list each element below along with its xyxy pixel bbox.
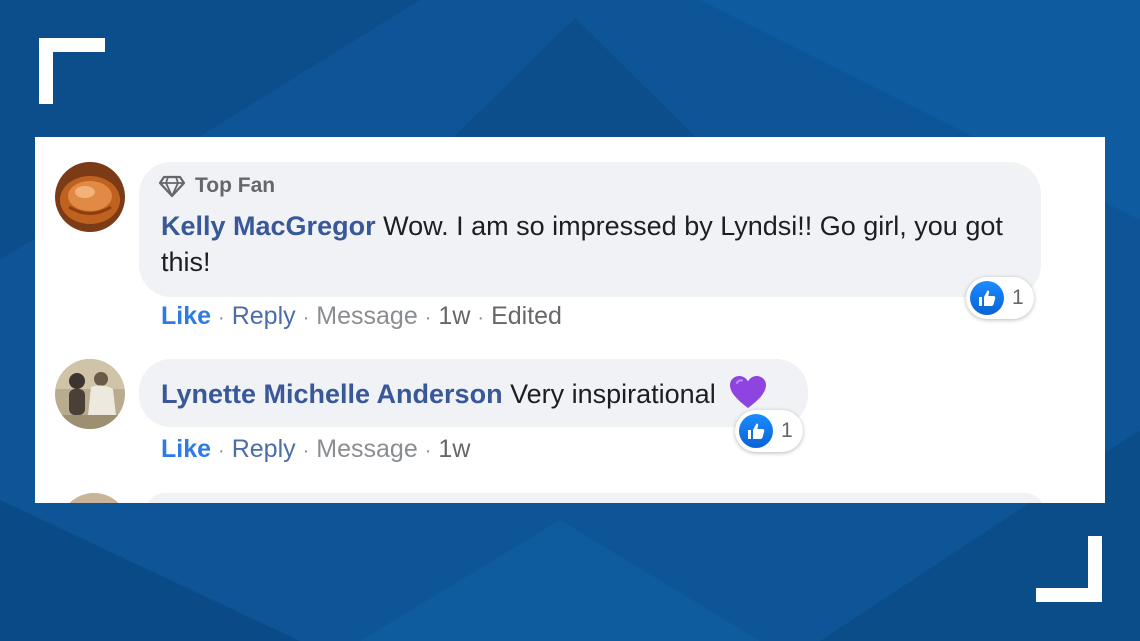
- separator: ·: [302, 440, 310, 462]
- comment-actions: Like · Reply · Message · 1w · Edited: [161, 302, 562, 331]
- reply-button[interactable]: Reply: [232, 302, 296, 331]
- thumbs-up-icon: [970, 281, 1004, 315]
- like-button[interactable]: Like: [161, 435, 211, 464]
- comment-body: Very inspirational: [510, 379, 716, 409]
- author-name[interactable]: Kelly MacGregor: [161, 211, 376, 241]
- separator: ·: [477, 307, 485, 329]
- reaction-summary[interactable]: 1: [966, 277, 1034, 319]
- badge-label: Top Fan: [195, 174, 276, 197]
- avatar[interactable]: [55, 162, 125, 232]
- timestamp[interactable]: 1w: [438, 435, 470, 464]
- separator: ·: [218, 307, 225, 329]
- corner-bracket-bottom-right: [1036, 536, 1102, 602]
- separator: ·: [302, 307, 310, 329]
- timestamp[interactable]: 1w: [438, 302, 470, 331]
- separator: ·: [218, 440, 225, 462]
- reaction-count: 1: [781, 419, 793, 442]
- purple-heart-icon: [730, 376, 767, 408]
- avatar[interactable]: [59, 493, 129, 503]
- comment-actions: Like · Reply · Message · 1w: [161, 435, 470, 464]
- edited-label[interactable]: Edited: [491, 302, 562, 331]
- separator: ·: [424, 307, 432, 329]
- thumbs-up-icon: [739, 414, 773, 448]
- comments-card: Top Fan Kelly MacGregor Wow. I am so imp…: [35, 137, 1105, 503]
- comment-text: Kelly MacGregor Wow. I am so impressed b…: [161, 208, 1021, 280]
- comment-bubble: Lynette Michelle Anderson Very inspirati…: [139, 359, 808, 427]
- message-button[interactable]: Message: [316, 435, 417, 464]
- separator: ·: [424, 440, 432, 462]
- avatar[interactable]: [55, 359, 125, 429]
- comment-bubble: Top Fan Kelly MacGregor Wow. I am so imp…: [139, 162, 1041, 297]
- top-fan-badge: Top Fan: [159, 174, 275, 198]
- reaction-summary[interactable]: 1: [735, 410, 803, 452]
- message-button[interactable]: Message: [316, 302, 417, 331]
- like-button[interactable]: Like: [161, 302, 211, 331]
- reply-button[interactable]: Reply: [232, 435, 296, 464]
- diamond-icon: [159, 175, 185, 198]
- author-name[interactable]: Lynette Michelle Anderson: [161, 379, 503, 409]
- comment-bubble: [145, 493, 1045, 503]
- comment-text: Lynette Michelle Anderson Very inspirati…: [161, 375, 767, 412]
- reaction-count: 1: [1012, 286, 1024, 309]
- corner-bracket-top-left: [39, 38, 105, 104]
